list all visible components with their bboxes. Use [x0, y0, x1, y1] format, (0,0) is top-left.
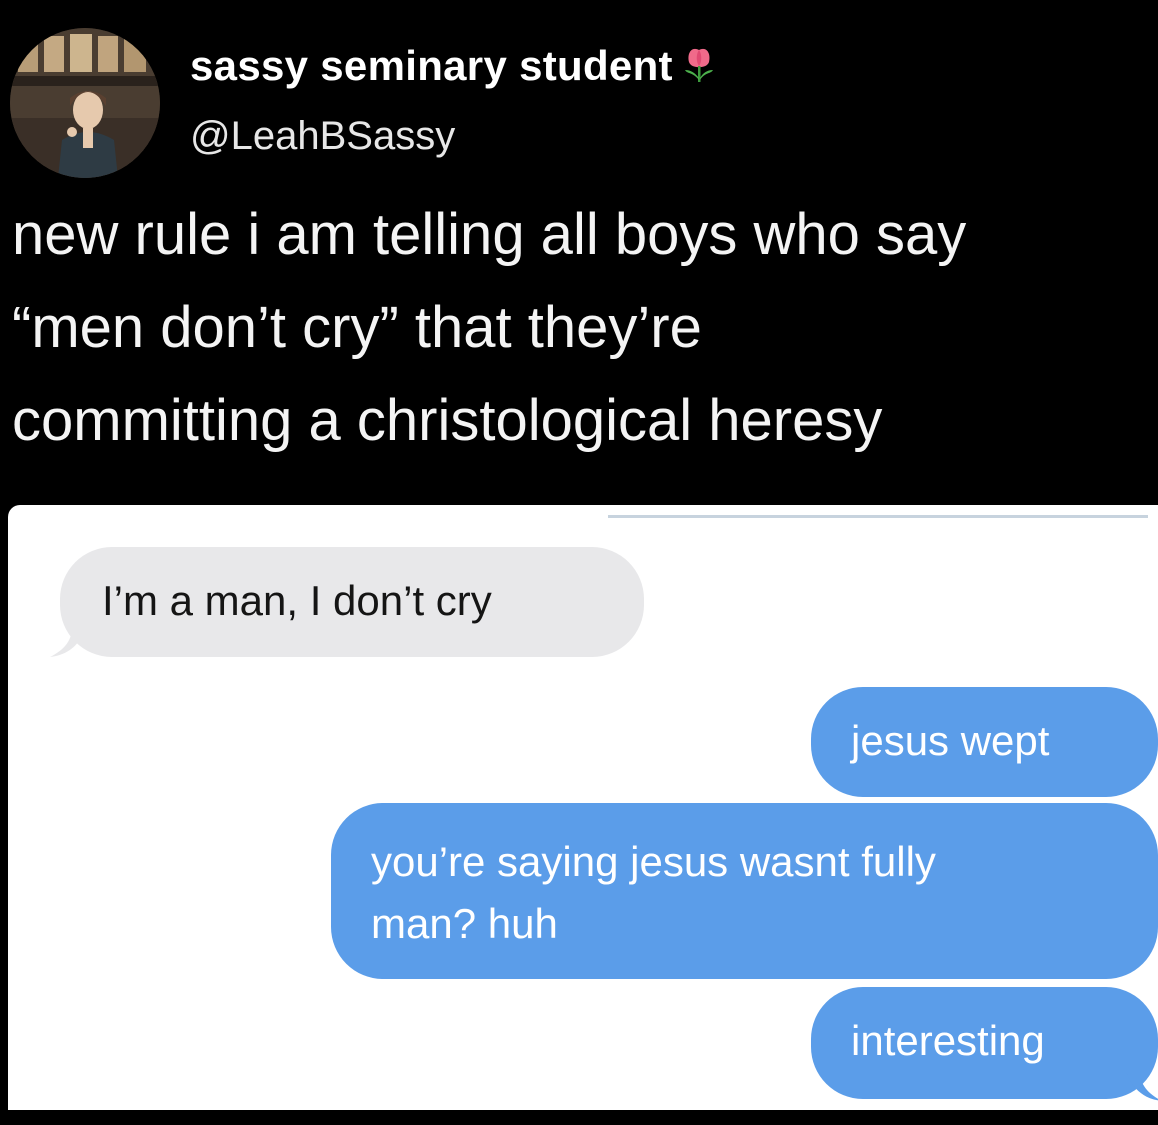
display-name[interactable]: sassy seminary student — [190, 42, 719, 90]
bubble-tail-icon — [50, 627, 86, 657]
display-name-text: sassy seminary student — [190, 42, 673, 89]
received-message-bubble: I’m a man, I don’t cry — [60, 547, 644, 657]
tweet-header: sassy seminary student @LeahBSassy — [10, 28, 1150, 178]
tweet-text: new rule i am telling all boys who say “… — [12, 202, 967, 453]
sent-message-bubble: jesus wept — [811, 687, 1158, 797]
avatar-photo — [10, 28, 160, 178]
sent-message-bubble: you’re saying jesus wasnt fully man? huh — [331, 803, 1158, 979]
user-handle[interactable]: @LeahBSassy — [190, 114, 455, 159]
message-screenshot: I’m a man, I don’t cry jesus wept you’re… — [8, 505, 1158, 1110]
sent-message-bubble: interesting — [811, 987, 1158, 1099]
avatar[interactable] — [10, 28, 160, 178]
divider — [608, 515, 1148, 518]
bubble-tail-icon — [1126, 1071, 1158, 1101]
tulip-icon — [679, 42, 719, 86]
